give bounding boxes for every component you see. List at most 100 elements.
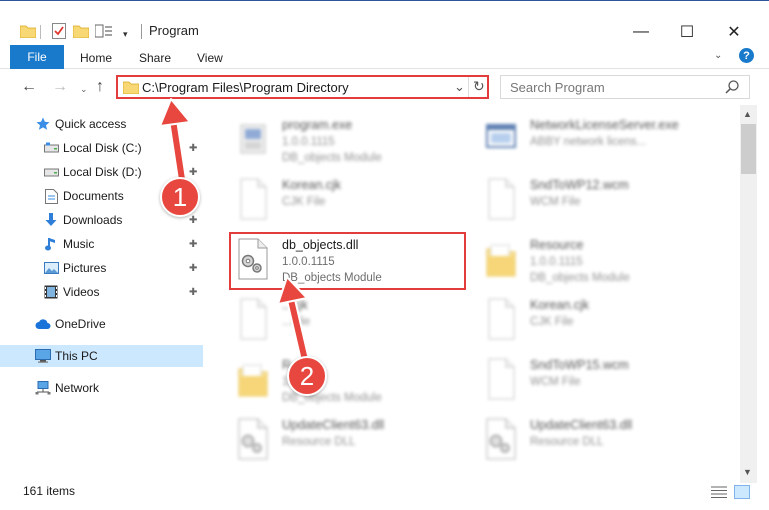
file-name: SndToWP12.wcm [530, 178, 629, 192]
sidebar-item-music[interactable]: Music ✚ [0, 233, 203, 255]
navigation-bar: ← → ⌄ ↑ C:\Program Files\Program Directo… [0, 69, 769, 105]
sidebar-item-label: Music [63, 237, 95, 251]
sidebar-item-label: Quick access [55, 117, 127, 131]
scroll-down-icon[interactable]: ▼ [743, 467, 752, 477]
file-item[interactable]: SndToWP12.wcm WCM File [463, 169, 703, 229]
step-2-badge: 2 [287, 356, 327, 396]
sidebar-item-label: Local Disk (D:) [63, 165, 142, 179]
address-path[interactable]: C:\Program Files\Program Directory [142, 80, 349, 95]
maximize-button[interactable]: ☐ [664, 21, 710, 43]
file-item[interactable]: program.exe 1.0.0.1115 DB_objects Module [215, 109, 455, 169]
documents-icon [43, 188, 59, 204]
pictures-icon [43, 260, 59, 276]
file-name: ...cjk [282, 298, 308, 312]
sidebar-item-this-pc[interactable]: This PC [0, 345, 203, 367]
pin-icon[interactable]: ✚ [189, 143, 197, 154]
file-name: Korean.cjk [530, 298, 590, 312]
search-box[interactable] [500, 75, 750, 99]
sidebar-item-label: Documents [63, 189, 124, 203]
scroll-thumb[interactable] [741, 124, 756, 174]
forward-button[interactable]: → [52, 79, 68, 95]
properties-list-icon[interactable] [95, 22, 113, 40]
file-item[interactable]: NetworkLicenseServer.exe ABBY network li… [463, 109, 703, 169]
customize-toolbar-dropdown[interactable]: ▾ [123, 25, 128, 43]
pin-icon[interactable]: ✚ [189, 263, 197, 274]
file-type: WCM File [530, 376, 581, 388]
ribbon-tabs: File Home Share View ⌄ ? [0, 45, 769, 69]
file-name: Korean.cjk [282, 178, 342, 192]
refresh-icon[interactable]: ↻ [473, 78, 485, 95]
pin-icon[interactable]: ✚ [189, 287, 197, 298]
file-item[interactable]: ...cjk ...File [215, 289, 455, 349]
address-divider [468, 77, 469, 97]
download-icon [43, 212, 59, 228]
sidebar-item-label: Local Disk (C:) [63, 141, 142, 155]
vertical-scrollbar[interactable]: ▲ ▼ [740, 105, 757, 483]
title-bar: ▾ Program — ☐ ✕ [0, 0, 769, 45]
tiles-view-icon[interactable] [734, 485, 750, 499]
up-button[interactable]: ↑ [96, 79, 104, 95]
tab-home[interactable]: Home [80, 51, 112, 65]
dll-icon [237, 417, 269, 461]
navigation-pane: Quick access Local Disk (C:) ✚ Local Dis… [0, 105, 205, 475]
sidebar-item-pictures[interactable]: Pictures ✚ [0, 257, 203, 279]
file-name: SndToWP15.wcm [530, 358, 629, 372]
tab-view[interactable]: View [197, 51, 223, 65]
file-icon [485, 177, 517, 221]
file-name: NetworkLicenseServer.exe [530, 118, 679, 132]
step-1-badge: 1 [160, 177, 200, 217]
pin-icon[interactable]: ✚ [189, 167, 197, 178]
sidebar-item-label: OneDrive [55, 317, 106, 331]
chevron-down-icon[interactable]: ⌄ [454, 79, 465, 95]
file-type: Resource DLL [530, 436, 604, 448]
new-folder-icon[interactable] [73, 22, 89, 40]
help-icon[interactable]: ? [739, 48, 754, 63]
file-icon [237, 177, 269, 221]
exe-icon [237, 117, 269, 161]
file-version: 1.0.0.1115 [282, 136, 335, 148]
file-item[interactable]: UpdateClient63.dll Resource DLL [463, 409, 703, 469]
sidebar-item-label: Videos [63, 285, 100, 299]
tab-file[interactable]: File [10, 45, 64, 69]
close-button[interactable]: ✕ [711, 21, 757, 43]
pin-icon[interactable]: ✚ [189, 239, 197, 250]
scroll-up-icon[interactable]: ▲ [743, 109, 752, 119]
sidebar-item-onedrive[interactable]: OneDrive [0, 313, 203, 335]
file-type: WCM File [530, 196, 581, 208]
status-bar: 161 items [0, 483, 769, 510]
recent-locations-dropdown[interactable]: ⌄ [80, 81, 88, 97]
file-description: DB_objects Module [282, 152, 382, 164]
tab-share[interactable]: Share [139, 51, 171, 65]
network-icon [35, 380, 51, 396]
details-view-icon[interactable] [711, 485, 727, 502]
videos-icon [43, 284, 59, 300]
window-title: Program [149, 23, 199, 38]
sidebar-item-quick-access[interactable]: Quick access [0, 113, 203, 135]
file-item[interactable]: R...ce 1... DB_objects Module [215, 349, 455, 409]
file-description: ABBY network licens... [530, 136, 647, 148]
file-item[interactable]: SndToWP15.wcm WCM File [463, 349, 703, 409]
search-icon[interactable] [724, 79, 740, 98]
sidebar-item-local-disk-c[interactable]: Local Disk (C:) ✚ [0, 137, 203, 159]
pin-icon[interactable]: ✚ [189, 215, 197, 226]
file-item[interactable]: Resource 1.0.0.1115 DB_objects Module [463, 229, 703, 289]
back-button[interactable]: ← [21, 79, 37, 95]
sidebar-item-network[interactable]: Network [0, 377, 203, 399]
file-item[interactable]: UpdateClient63.dll Resource DLL [215, 409, 455, 469]
file-item[interactable]: Korean.cjk CJK File [215, 169, 455, 229]
highlight-box-dll [229, 232, 466, 290]
sidebar-item-label: Network [55, 381, 100, 395]
file-description: DB_objects Module [530, 272, 630, 284]
file-name: program.exe [282, 118, 353, 132]
folder-icon[interactable] [20, 22, 36, 40]
dll-icon [485, 417, 517, 461]
file-item[interactable]: Korean.cjk CJK File [463, 289, 703, 349]
address-bar[interactable]: C:\Program Files\Program Directory ⌄ ↻ [116, 75, 489, 99]
minimize-button[interactable]: — [618, 21, 664, 43]
sidebar-item-videos[interactable]: Videos ✚ [0, 281, 203, 303]
file-type: Resource DLL [282, 436, 356, 448]
toolbar-divider [40, 25, 41, 39]
properties-check-icon[interactable] [52, 22, 66, 40]
expand-ribbon-icon[interactable]: ⌄ [714, 50, 722, 61]
search-input[interactable] [501, 76, 721, 98]
